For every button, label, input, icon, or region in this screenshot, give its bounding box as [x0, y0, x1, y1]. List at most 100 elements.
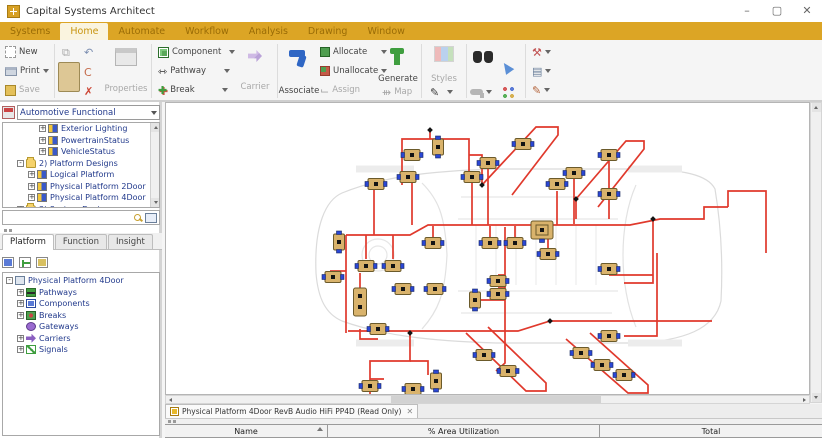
- component-node[interactable]: [424, 284, 446, 295]
- component-node[interactable]: [401, 150, 423, 161]
- component-node[interactable]: [334, 231, 345, 253]
- platform-tree-item[interactable]: +Carriers: [3, 333, 159, 345]
- component-node[interactable]: [359, 381, 381, 392]
- undo-button[interactable]: ↶: [84, 44, 93, 60]
- wrench-dropdown-icon[interactable]: [545, 50, 551, 54]
- expander-icon[interactable]: +: [28, 194, 35, 201]
- component-node[interactable]: [598, 189, 620, 200]
- component-node[interactable]: [479, 238, 501, 249]
- assign-button[interactable]: ⌙Assign: [320, 82, 360, 98]
- tab-automate[interactable]: Automate: [108, 22, 175, 40]
- properties-button[interactable]: Properties: [103, 48, 149, 94]
- expander-icon[interactable]: +: [17, 335, 24, 342]
- expander-icon[interactable]: +: [17, 312, 24, 319]
- component-node[interactable]: [431, 370, 442, 392]
- design-selector-combobox[interactable]: Automotive Functional: [17, 105, 160, 120]
- component-node[interactable]: [512, 139, 534, 150]
- design-tree-item[interactable]: +3) System Designs: [3, 204, 159, 209]
- tab-insight[interactable]: Insight: [108, 234, 153, 249]
- tab-window[interactable]: Window: [357, 22, 414, 40]
- copy-button[interactable]: ⧉: [62, 44, 70, 60]
- platform-tree-item[interactable]: +Components: [3, 298, 159, 310]
- component-node[interactable]: [322, 272, 344, 283]
- format-pen-button[interactable]: ✎: [430, 84, 453, 100]
- tree-view-icon[interactable]: [19, 257, 31, 268]
- maximize-button[interactable]: ▢: [762, 0, 792, 20]
- design-tree-item[interactable]: +Physical Platform 2Door: [3, 181, 159, 193]
- component-node[interactable]: [591, 360, 613, 371]
- tab-close-icon[interactable]: ✕: [406, 407, 413, 416]
- minimize-button[interactable]: –: [732, 0, 762, 20]
- expander-icon[interactable]: +: [28, 171, 35, 178]
- tab-drawing[interactable]: Drawing: [298, 22, 358, 40]
- key-dropdown-icon[interactable]: [486, 90, 492, 94]
- close-button[interactable]: ✕: [792, 0, 822, 20]
- component-node[interactable]: [355, 261, 377, 272]
- scroll-up-icon[interactable]: [812, 103, 821, 112]
- screen-dropdown-icon[interactable]: [545, 69, 551, 73]
- column-header-area-utilization[interactable]: % Area Utilization: [328, 425, 600, 438]
- tab-systems[interactable]: Systems: [0, 22, 60, 40]
- print-dropdown-icon[interactable]: [43, 69, 49, 73]
- canvas-vertical-scrollbar[interactable]: [810, 102, 822, 403]
- component-node[interactable]: [563, 168, 585, 179]
- scrollbar-thumb[interactable]: [391, 396, 601, 403]
- pen-dropdown-icon[interactable]: [544, 88, 550, 92]
- platform-tree-item[interactable]: +Pathways: [3, 287, 159, 299]
- component-node[interactable]: [477, 158, 499, 169]
- expander-icon[interactable]: -: [6, 277, 13, 284]
- component-node[interactable]: [487, 276, 509, 287]
- print-button[interactable]: Print: [5, 63, 49, 79]
- format-pen-dropdown-icon[interactable]: [447, 90, 453, 94]
- tool-pen-button[interactable]: ✎: [532, 82, 550, 98]
- document-tab[interactable]: Physical Platform 4Door RevB Audio HiFi …: [165, 404, 418, 418]
- styles-button[interactable]: Styles: [427, 46, 461, 84]
- design-tree-item[interactable]: +Logical Platform: [3, 169, 159, 181]
- scroll-down-icon[interactable]: [812, 393, 821, 402]
- component-button[interactable]: Component: [158, 44, 235, 60]
- new-button[interactable]: New: [5, 44, 38, 60]
- component-node[interactable]: [392, 284, 414, 295]
- pathway-button[interactable]: ⇿Pathway: [158, 63, 230, 79]
- component-node[interactable]: [497, 366, 519, 377]
- component-node[interactable]: [504, 238, 526, 249]
- component-node[interactable]: [598, 264, 620, 275]
- component-node[interactable]: [397, 172, 419, 183]
- component-dropdown-icon[interactable]: [229, 50, 235, 54]
- pathway-dropdown-icon[interactable]: [224, 69, 230, 73]
- expander-icon[interactable]: +: [39, 148, 46, 155]
- component-node[interactable]: [613, 370, 635, 381]
- scroll-right-icon[interactable]: [800, 396, 809, 403]
- platform-tree-item[interactable]: -Physical Platform 4Door: [3, 275, 159, 287]
- platform-tree-item[interactable]: +Breaks: [3, 310, 159, 322]
- component-node[interactable]: [402, 384, 424, 395]
- component-node[interactable]: [546, 179, 568, 190]
- component-node[interactable]: [487, 289, 509, 300]
- redo-button[interactable]: C: [84, 64, 92, 80]
- canvas-horizontal-scrollbar[interactable]: [165, 395, 810, 404]
- select-button[interactable]: [502, 58, 512, 77]
- platform-tree-item[interactable]: Gateways: [3, 321, 159, 333]
- search-input[interactable]: [3, 211, 133, 224]
- tab-analysis[interactable]: Analysis: [239, 22, 298, 40]
- expander-icon[interactable]: +: [17, 300, 24, 307]
- expander-icon[interactable]: +: [17, 289, 24, 296]
- component-node[interactable]: [470, 289, 481, 311]
- expander-icon[interactable]: +: [39, 137, 46, 144]
- scroll-down-icon[interactable]: [151, 198, 160, 207]
- delete-button[interactable]: ✗: [84, 83, 93, 99]
- generate-button[interactable]: Generate: [378, 46, 418, 84]
- expander-icon[interactable]: +: [39, 125, 46, 132]
- component-node[interactable]: [537, 249, 559, 260]
- component-node[interactable]: [570, 348, 592, 359]
- tab-home[interactable]: Home: [60, 23, 108, 40]
- tool-screen-button[interactable]: ▤: [532, 63, 551, 79]
- carrier-button[interactable]: Carrier: [236, 50, 274, 92]
- component-node[interactable]: [461, 172, 483, 183]
- tree-scrollbar[interactable]: [150, 123, 159, 207]
- expander-icon[interactable]: +: [28, 183, 35, 190]
- break-dropdown-icon[interactable]: [222, 88, 228, 92]
- component-node[interactable]: [531, 221, 553, 243]
- tool-wrench-button[interactable]: ⚒: [532, 44, 551, 60]
- grid-view-icon[interactable]: [36, 257, 48, 268]
